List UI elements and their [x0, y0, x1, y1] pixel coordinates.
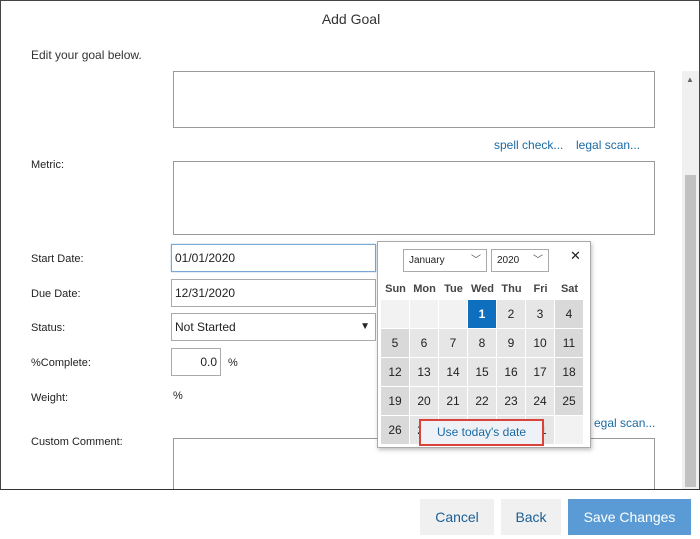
calendar-empty-cell	[381, 300, 409, 328]
goal-description-textarea[interactable]	[173, 71, 655, 128]
calendar-empty-cell	[439, 300, 467, 328]
calendar-week-row: 1234	[381, 300, 584, 329]
calendar-day[interactable]: 10	[526, 329, 554, 357]
calendar-day[interactable]: 14	[439, 358, 467, 386]
calendar-day[interactable]: 22	[468, 387, 496, 415]
back-button[interactable]: Back	[501, 499, 561, 535]
weekday-header: Sat	[560, 283, 579, 295]
calendar-day[interactable]: 25	[555, 387, 583, 415]
calendar-day[interactable]: 6	[410, 329, 438, 357]
status-label: Status:	[31, 322, 66, 334]
chevron-down-icon: ﹀	[533, 255, 543, 266]
start-date-input[interactable]: 01/01/2020	[171, 244, 376, 272]
complete-percent-sign: %	[228, 357, 238, 369]
calendar-day[interactable]: 3	[526, 300, 554, 328]
weekday-header-row: Sun Mon Tue Wed Thu Fri Sat	[381, 278, 584, 300]
month-select[interactable]: January ﹀	[403, 249, 487, 272]
spell-check-link[interactable]: spell check...	[494, 138, 563, 152]
start-date-label: Start Date:	[31, 253, 84, 265]
calendar-day[interactable]: 12	[381, 358, 409, 386]
calendar-day[interactable]: 9	[497, 329, 525, 357]
add-goal-dialog: Add Goal Edit your goal below. spell che…	[0, 0, 700, 490]
chevron-down-icon: ﹀	[471, 255, 481, 266]
due-date-label: Due Date:	[31, 288, 81, 300]
calendar-day[interactable]: 13	[410, 358, 438, 386]
weight-value: %	[173, 390, 183, 402]
calendar-day[interactable]: 26	[381, 416, 409, 444]
status-select-value: Not Started	[175, 320, 236, 334]
weekday-header: Sun	[385, 283, 406, 295]
legal-scan-link-2[interactable]: egal scan...	[594, 416, 655, 430]
weight-label: Weight:	[31, 392, 69, 404]
calendar-day[interactable]: 21	[439, 387, 467, 415]
year-select[interactable]: 2020 ﹀	[491, 249, 549, 272]
calendar-day[interactable]: 8	[468, 329, 496, 357]
metric-textarea[interactable]	[173, 161, 655, 235]
complete-label: %Complete:	[31, 357, 91, 369]
custom-comment-label: Custom Comment:	[31, 436, 123, 448]
calendar-empty-cell	[410, 300, 438, 328]
weekday-header: Fri	[533, 283, 548, 295]
weekday-header: Tue	[444, 283, 463, 295]
weekday-header: Wed	[470, 283, 495, 295]
calendar-day[interactable]: 15	[468, 358, 496, 386]
weekday-header: Thu	[501, 283, 522, 295]
caret-down-icon: ▼	[360, 321, 370, 332]
calendar-day[interactable]: 23	[497, 387, 525, 415]
calendar-day[interactable]: 2	[497, 300, 525, 328]
use-today-button[interactable]: Use today's date	[419, 419, 544, 446]
vertical-scrollbar[interactable]: ▲	[682, 71, 699, 489]
calendar-empty-cell	[555, 416, 583, 444]
calendar-day[interactable]: 24	[526, 387, 554, 415]
dialog-footer: Cancel Back Save Changes	[0, 490, 700, 539]
complete-input[interactable]: 0.0	[171, 348, 221, 376]
status-select[interactable]: Not Started ▼	[171, 313, 376, 341]
calendar-week-row: 5 6 7 8 9 10 11	[381, 329, 584, 358]
calendar-day[interactable]: 16	[497, 358, 525, 386]
calendar-day[interactable]: 1	[468, 300, 496, 328]
dialog-subtitle: Edit your goal below.	[31, 48, 142, 62]
due-date-input[interactable]: 12/31/2020	[171, 279, 376, 307]
dialog-title: Add Goal	[321, 11, 381, 27]
year-select-value: 2020	[497, 255, 520, 266]
calendar-day[interactable]: 7	[439, 329, 467, 357]
month-select-value: January	[409, 255, 445, 266]
calendar-day[interactable]: 18	[555, 358, 583, 386]
calendar-day[interactable]: 4	[555, 300, 583, 328]
calendar-day[interactable]: 19	[381, 387, 409, 415]
save-changes-button[interactable]: Save Changes	[568, 499, 691, 535]
scroll-up-icon[interactable]: ▲	[686, 75, 694, 84]
weekday-header: Mon	[413, 283, 436, 295]
close-icon[interactable]: ✕	[570, 248, 581, 264]
calendar-week-row: 12 13 14 15 16 17 18	[381, 358, 584, 387]
cancel-button[interactable]: Cancel	[420, 499, 494, 535]
metric-label: Metric:	[31, 159, 64, 171]
date-picker-popup: January ﹀ 2020 ﹀ ✕ Sun Mon Tue Wed Thu F…	[377, 241, 591, 448]
legal-scan-link[interactable]: legal scan...	[576, 138, 640, 152]
scrollbar-thumb[interactable]	[685, 175, 696, 487]
calendar-day[interactable]: 5	[381, 329, 409, 357]
calendar-day[interactable]: 17	[526, 358, 554, 386]
calendar-day[interactable]: 11	[555, 329, 583, 357]
calendar-week-row: 19 20 21 22 23 24 25	[381, 387, 584, 416]
calendar-day[interactable]: 20	[410, 387, 438, 415]
